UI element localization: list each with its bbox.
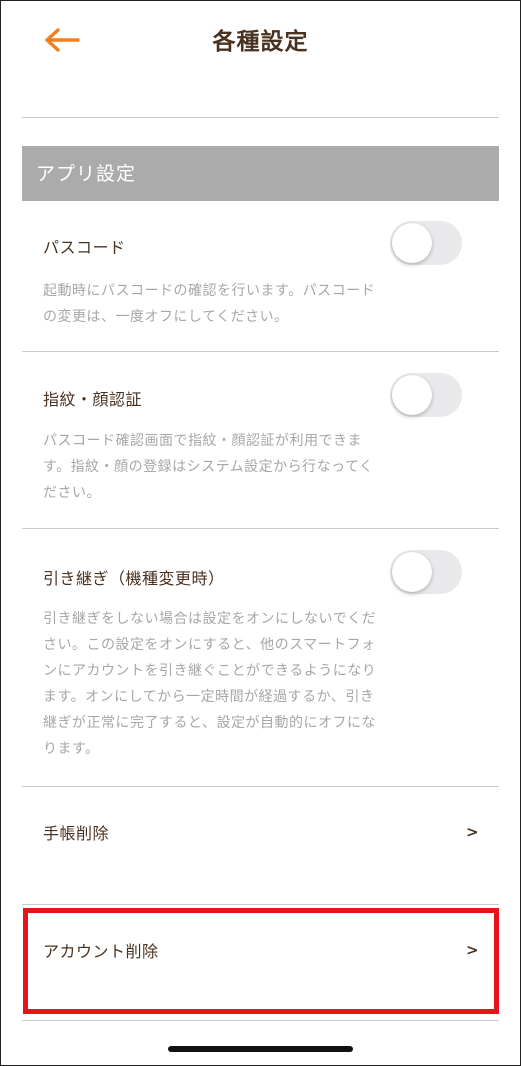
setting-passcode-title: パスコード [43, 238, 126, 257]
page-title: 各種設定 [212, 29, 309, 55]
setting-biometric-description: パスコード確認画面で指紋・顔認証が利用できます。指紋・顔の登録はシステム設定から… [43, 433, 374, 501]
setting-divider [22, 528, 499, 529]
highlight-box [23, 908, 499, 1014]
header-divider [22, 117, 499, 118]
delete-notebook-row[interactable]: 手帳削除 > [22, 787, 499, 904]
home-indicator [168, 1046, 353, 1052]
passcode-toggle[interactable] [390, 221, 462, 265]
header: 各種設定 [0, 0, 521, 80]
toggle-knob [392, 375, 432, 415]
setting-divider [22, 351, 499, 352]
section-title: アプリ設定 [36, 163, 137, 185]
setting-biometric-title: 指紋・顔認証 [43, 390, 143, 409]
toggle-knob [392, 223, 432, 263]
setting-transfer-description: 引き継ぎをしない場合は設定をオンにしないでください。この設定をオンにすると、他の… [43, 611, 377, 757]
chevron-right-icon: > [466, 823, 479, 841]
section-header: アプリ設定 [22, 146, 499, 201]
setting-transfer-title: 引き継ぎ（機種変更時） [43, 569, 225, 588]
toggle-knob [392, 552, 432, 592]
delete-notebook-label: 手帳削除 [43, 824, 110, 843]
setting-passcode-description: 起動時にパスコードの確認を行います。パスコードの変更は、一度オフにしてください。 [43, 283, 376, 325]
biometric-toggle[interactable] [390, 373, 462, 417]
transfer-toggle[interactable] [390, 550, 462, 594]
nav-divider [22, 1020, 499, 1021]
